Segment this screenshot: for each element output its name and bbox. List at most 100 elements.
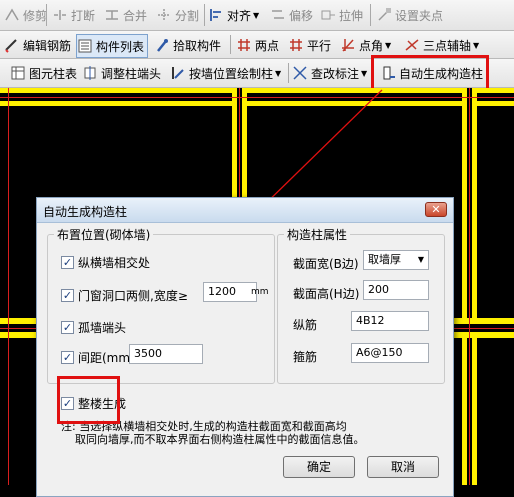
split-label: 分割 (175, 8, 200, 23)
offset-label: 偏移 (289, 8, 314, 23)
point-angle-dropdown-icon: ▼ (385, 40, 392, 50)
break-icon (54, 10, 66, 20)
dialog-titlebar[interactable]: 自动生成构造柱 ✕ (37, 198, 453, 223)
axis-line-top (0, 97, 514, 98)
stirrup-input[interactable]: A6@150 (351, 343, 429, 363)
intersection-checkbox[interactable]: ✓ (61, 256, 74, 269)
edit-annotation-dropdown-icon: ▼ (361, 68, 368, 78)
placement-legend: 布置位置(砌体墙) (57, 228, 151, 242)
edit-annotation-label: 查改标注 (311, 66, 360, 81)
edit-rebar-button[interactable]: 编辑钢筋 (4, 34, 71, 56)
draw-column-by-wall-icon (172, 67, 184, 79)
stretch-icon (321, 10, 335, 20)
stirrup-label: 箍筋 (293, 350, 318, 364)
stretch-button[interactable]: 拉伸 (320, 4, 363, 26)
edit-annotation-button[interactable]: 查改标注 ▼ (292, 62, 367, 84)
grip-icon (378, 8, 391, 21)
highlight-auto-generate (371, 55, 489, 92)
handle-grip[interactable] (0, 62, 8, 84)
properties-legend: 构造柱属性 (287, 228, 348, 242)
ok-button[interactable]: 确定 (283, 456, 355, 478)
draw-column-by-wall-button[interactable]: 按墙位置绘制柱 ▼ (170, 62, 281, 84)
trim-button[interactable]: 修剪 (4, 4, 47, 26)
opt-intersection-row[interactable]: ✓ 纵横墙相交处 (61, 254, 150, 271)
opening-unit: mm (251, 287, 269, 297)
two-point-icon (238, 39, 250, 51)
offset-button[interactable]: 偏移 (270, 4, 313, 26)
three-point-axis-icon (405, 39, 419, 51)
merge-label: 合并 (123, 8, 148, 23)
edit-annotation-icon (293, 66, 307, 80)
spacing-input[interactable]: 3500 (129, 344, 203, 364)
opening-checkbox[interactable]: ✓ (61, 289, 74, 302)
width-label: 截面宽(B边) (293, 257, 359, 271)
pick-component-button[interactable]: 拾取构件 (154, 34, 221, 56)
close-button[interactable]: ✕ (425, 202, 447, 217)
toolbar-edit: 修剪 打断 合并 分割 对齐 ▼ 偏移 拉伸 设置夹点 (0, 0, 514, 31)
width-value: 取墙厚 (368, 253, 401, 266)
offset-icon (272, 10, 284, 19)
adjust-column-end-button[interactable]: 调整柱端头 (82, 62, 161, 84)
draw-column-dropdown-icon: ▼ (275, 68, 282, 78)
edit-rebar-icon (5, 39, 17, 53)
column-table-label: 图元柱表 (29, 66, 78, 81)
trim-icon (5, 8, 19, 21)
width-select[interactable]: 取墙厚 ▼ (363, 250, 429, 270)
isolated-label: 孤墙端头 (78, 321, 127, 335)
component-list-button[interactable]: 构件列表 (76, 34, 149, 58)
adjust-column-end-icon (84, 66, 96, 80)
dialog-title: 自动生成构造柱 (43, 205, 128, 219)
set-grip-button[interactable]: 设置夹点 (376, 4, 443, 26)
note-line2: 取同向墙厚,而不取本界面右侧构造柱属性中的截面信息值。 (61, 433, 365, 446)
opt-spacing-row[interactable]: ✓ 间距(mm) (61, 349, 135, 366)
break-label: 打断 (71, 8, 96, 23)
long-rebar-input[interactable]: 4B12 (351, 311, 429, 331)
column-table-button[interactable]: 图元柱表 (10, 62, 77, 84)
cancel-button[interactable]: 取消 (367, 456, 439, 478)
two-point-label: 两点 (255, 38, 280, 53)
edit-rebar-label: 编辑钢筋 (23, 38, 72, 53)
parallel-icon (290, 39, 302, 51)
long-rebar-label: 纵筋 (293, 318, 318, 332)
opt-isolated-row[interactable]: ✓ 孤墙端头 (61, 319, 126, 336)
width-dropdown-icon: ▼ (417, 255, 424, 264)
spacing-label: 间距(mm) (78, 351, 135, 365)
column-table-icon (11, 66, 25, 80)
parallel-button[interactable]: 平行 (288, 34, 331, 56)
component-list-icon (78, 39, 92, 53)
draw-column-by-wall-label: 按墙位置绘制柱 (189, 66, 274, 81)
component-list-label: 构件列表 (96, 39, 145, 54)
opening-width-input[interactable]: 1200 (203, 282, 257, 302)
axis-line-right (469, 88, 470, 485)
stretch-label: 拉伸 (339, 8, 364, 23)
auto-generate-column-dialog: 自动生成构造柱 ✕ 布置位置(砌体墙) ✓ 纵横墙相交处 ✓ 门窗洞口两侧,宽度… (36, 197, 454, 497)
height-input[interactable]: 200 (363, 280, 429, 300)
three-point-axis-dropdown-icon: ▼ (473, 40, 480, 50)
two-point-button[interactable]: 两点 (236, 34, 279, 56)
pick-component-icon (157, 39, 168, 52)
highlight-whole-building (57, 376, 120, 424)
opt-opening-row[interactable]: ✓ 门窗洞口两侧,宽度≥ (61, 287, 188, 304)
merge-button[interactable]: 合并 (104, 4, 147, 26)
adjust-column-end-label: 调整柱端头 (101, 66, 162, 81)
opening-label: 门窗洞口两侧,宽度≥ (78, 289, 188, 303)
split-button[interactable]: 分割 (156, 4, 199, 26)
split-icon (158, 9, 170, 21)
intersection-label: 纵横墙相交处 (78, 256, 151, 270)
set-grip-label: 设置夹点 (395, 8, 444, 23)
align-button[interactable]: 对齐 ▼ (208, 4, 259, 26)
three-point-axis-button[interactable]: 三点辅轴 ▼ (404, 34, 479, 56)
merge-icon (106, 10, 118, 20)
align-label: 对齐 (227, 8, 252, 23)
point-angle-label: 点角 (359, 38, 384, 53)
spacing-checkbox[interactable]: ✓ (61, 351, 74, 364)
trim-label: 修剪 (23, 8, 48, 23)
isolated-checkbox[interactable]: ✓ (61, 321, 74, 334)
close-icon: ✕ (431, 203, 441, 216)
point-angle-icon (342, 39, 354, 52)
point-angle-button[interactable]: 点角 ▼ (340, 34, 391, 56)
pick-component-label: 拾取构件 (173, 38, 222, 53)
axis-line-left (8, 88, 9, 485)
three-point-axis-label: 三点辅轴 (423, 38, 472, 53)
break-button[interactable]: 打断 (52, 4, 95, 26)
